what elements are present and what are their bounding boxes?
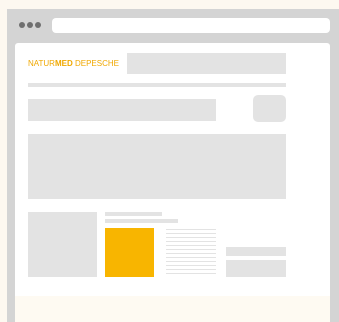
text-line-placeholder [166,257,216,258]
logo-part-med: MED [54,59,73,68]
bottom-fade [15,296,330,322]
window-dot-icon[interactable] [27,22,33,28]
article-title-placeholder [105,212,162,216]
header-banner-placeholder [127,53,286,74]
window-dot-icon[interactable] [35,22,41,28]
article-image-placeholder [28,212,97,277]
featured-yellow-block[interactable] [105,228,154,277]
text-line-placeholder [166,269,216,270]
sidebar-block-placeholder [226,260,286,277]
text-line-placeholder [166,253,216,254]
text-line-placeholder [166,241,216,242]
site-logo[interactable]: NATURMED DEPESCHE [28,57,119,71]
logo-part-natur: NATUR [28,59,55,68]
address-bar[interactable] [52,18,330,33]
text-line-placeholder [166,229,216,230]
sidebar-block-placeholder [226,247,286,256]
logo-part-depesche: DEPESCHE [72,59,119,68]
text-line-placeholder [166,245,216,246]
article-subtitle-placeholder [105,219,178,223]
text-line-placeholder [166,273,216,274]
text-line-placeholder [166,237,216,238]
navigation-bar[interactable] [28,83,286,87]
window-dot-icon[interactable] [19,22,25,28]
text-line-placeholder [166,233,216,234]
text-line-placeholder [166,261,216,262]
hero-banner-placeholder [28,134,286,199]
text-line-placeholder [166,265,216,266]
search-button[interactable] [253,95,286,122]
text-line-placeholder [166,249,216,250]
search-input[interactable] [28,99,216,121]
